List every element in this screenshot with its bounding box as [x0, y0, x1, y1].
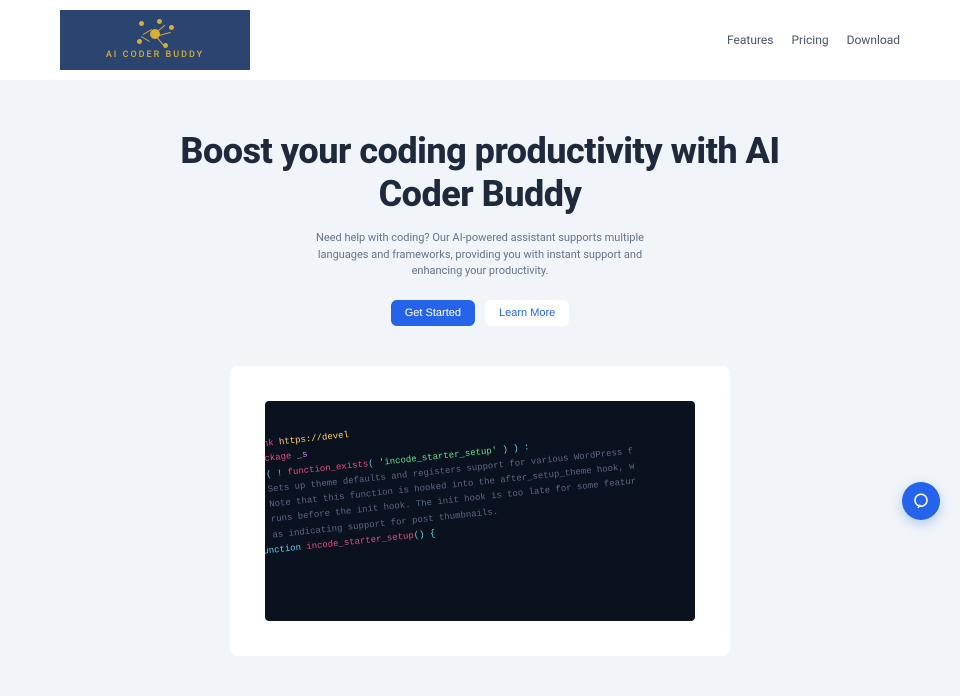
main-nav: Features Pricing Download — [727, 33, 900, 47]
hero-title: Boost your coding productivity with AI C… — [180, 130, 780, 216]
site-header: AI CODER BUDDY Features Pricing Download — [0, 0, 960, 80]
feature-card-section: @link https://devel@package _sif ( ! fun… — [0, 366, 960, 696]
nav-pricing[interactable]: Pricing — [791, 33, 828, 47]
hero-subtitle: Need help with coding? Our AI-powered as… — [300, 230, 660, 280]
feature-card: @link https://devel@package _sif ( ! fun… — [230, 366, 730, 656]
code-screenshot-image: @link https://devel@package _sif ( ! fun… — [265, 401, 695, 621]
hero-section: Boost your coding productivity with AI C… — [0, 80, 960, 366]
logo-text: AI CODER BUDDY — [106, 50, 204, 60]
get-started-button[interactable]: Get Started — [391, 300, 475, 326]
chat-icon — [912, 492, 930, 510]
logo-icon — [135, 21, 175, 47]
nav-download[interactable]: Download — [847, 33, 900, 47]
nav-features[interactable]: Features — [727, 33, 773, 47]
chat-button[interactable] — [902, 482, 940, 520]
logo[interactable]: AI CODER BUDDY — [60, 10, 250, 70]
learn-more-button[interactable]: Learn More — [485, 300, 569, 326]
hero-buttons: Get Started Learn More — [180, 300, 780, 326]
